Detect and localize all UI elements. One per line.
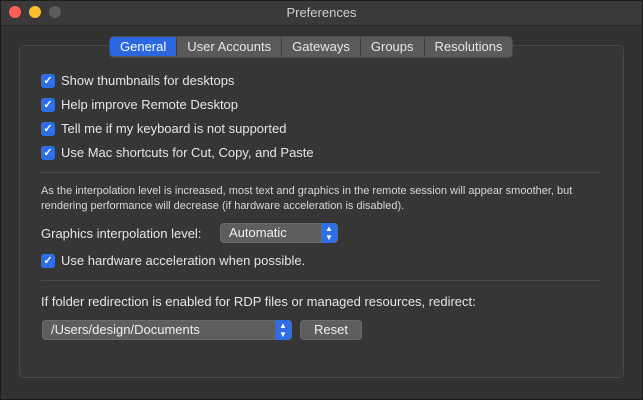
preferences-window: Preferences General User Accounts Gatewa… <box>0 0 643 400</box>
tab-groups[interactable]: Groups <box>361 37 425 56</box>
tab-user-accounts[interactable]: User Accounts <box>177 37 283 56</box>
checkmark-icon[interactable]: ✓ <box>41 73 55 88</box>
hardware-acceleration-label: Use hardware acceleration when possible. <box>61 253 306 268</box>
checkmark-icon[interactable]: ✓ <box>41 145 55 160</box>
redirection-label: If folder redirection is enabled for RDP… <box>41 294 476 309</box>
tab-bar: General User Accounts Gateways Groups Re… <box>109 36 514 58</box>
redirect-folder-select[interactable]: /Users/design/Documents ▲ ▼ <box>42 320 292 340</box>
reset-button[interactable]: Reset <box>300 320 362 340</box>
interpolation-label: Graphics interpolation level: <box>41 226 202 241</box>
checkmark-icon[interactable]: ✓ <box>41 97 55 112</box>
help-improve-label: Help improve Remote Desktop <box>61 97 239 112</box>
interpolation-level-value: Automatic <box>229 225 287 240</box>
tab-general[interactable]: General <box>110 37 178 56</box>
help-improve-option[interactable]: ✓ Help improve Remote Desktop <box>41 97 238 112</box>
chevron-up-down-icon: ▲ ▼ <box>275 320 291 340</box>
checkmark-icon[interactable]: ✓ <box>41 121 55 136</box>
divider <box>41 172 600 173</box>
chevron-up-down-icon: ▲ ▼ <box>321 223 337 243</box>
show-thumbnails-label: Show thumbnails for desktops <box>61 73 235 88</box>
mac-shortcuts-option[interactable]: ✓ Use Mac shortcuts for Cut, Copy, and P… <box>41 145 314 160</box>
title-bar: Preferences <box>1 1 642 26</box>
keyboard-not-supported-label: Tell me if my keyboard is not supported <box>61 121 287 136</box>
redirect-folder-path: /Users/design/Documents <box>51 322 200 337</box>
mac-shortcuts-label: Use Mac shortcuts for Cut, Copy, and Pas… <box>61 145 314 160</box>
window-title: Preferences <box>286 5 357 20</box>
tab-gateways[interactable]: Gateways <box>282 37 361 56</box>
divider <box>41 280 600 281</box>
show-thumbnails-option[interactable]: ✓ Show thumbnails for desktops <box>41 73 234 88</box>
hardware-acceleration-option[interactable]: ✓ Use hardware acceleration when possibl… <box>41 253 305 268</box>
interpolation-level-select[interactable]: Automatic ▲ ▼ <box>220 223 338 243</box>
interpolation-note: As the interpolation level is increased,… <box>41 185 573 212</box>
keyboard-not-supported-option[interactable]: ✓ Tell me if my keyboard is not supporte… <box>41 121 286 136</box>
tab-resolutions[interactable]: Resolutions <box>425 37 513 56</box>
checkmark-icon[interactable]: ✓ <box>41 253 55 268</box>
